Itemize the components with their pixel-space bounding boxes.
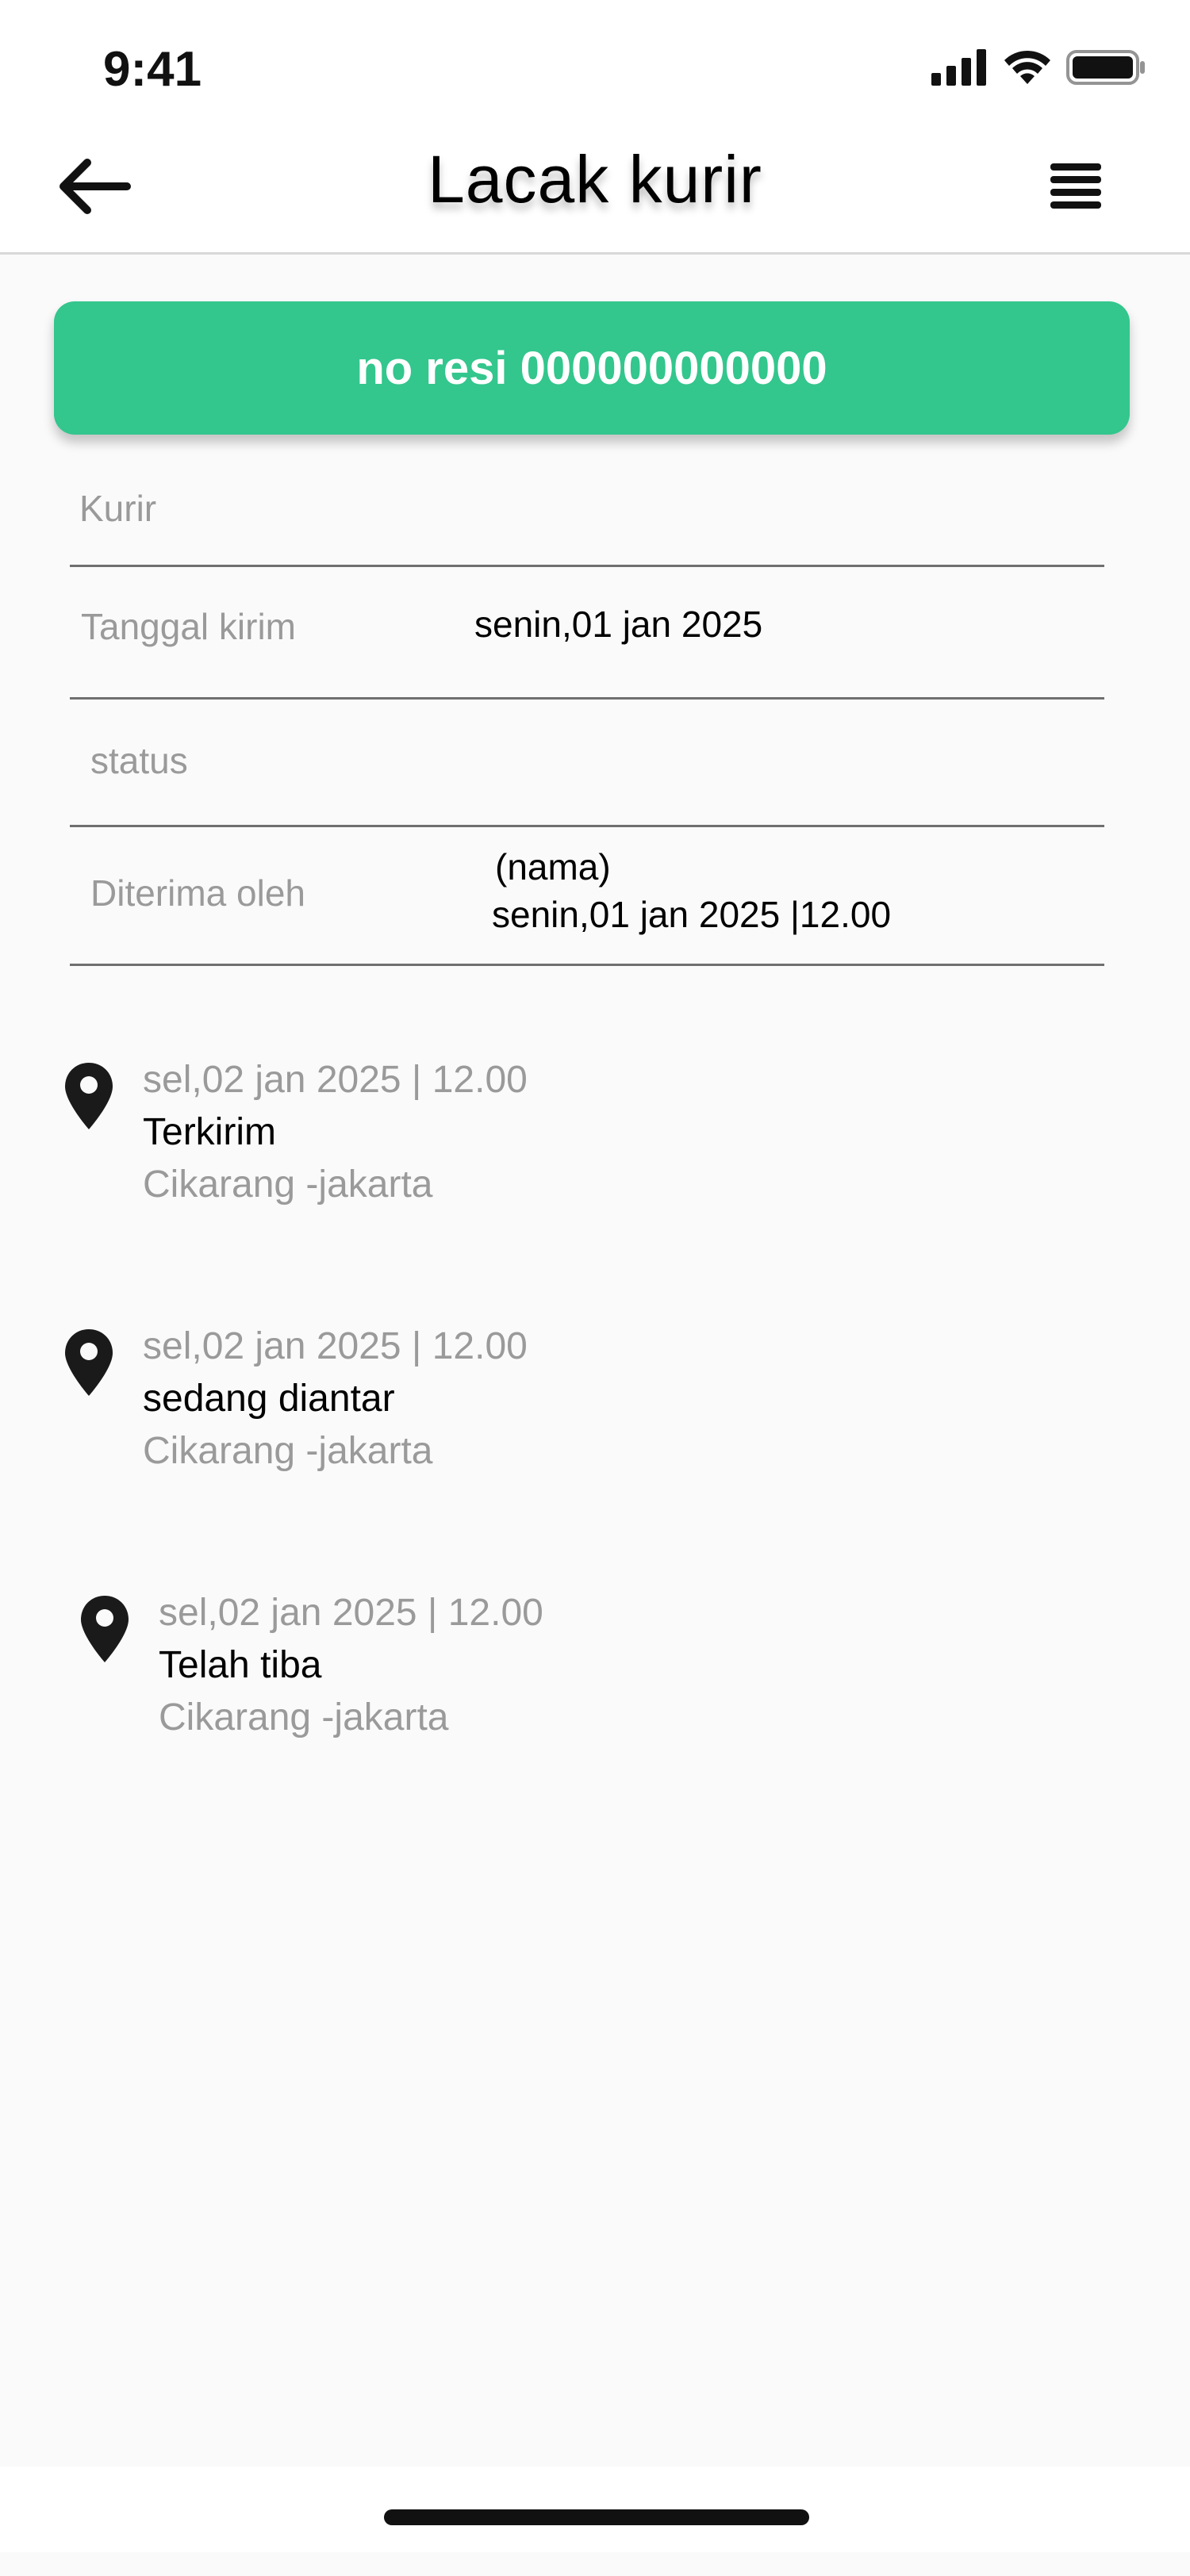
timeline-location: Cikarang -jakarta — [143, 1163, 433, 1206]
timeline-location: Cikarang -jakarta — [159, 1696, 449, 1738]
tanggal-kirim-value: senin,01 jan 2025 — [474, 604, 763, 645]
status-label: status — [90, 740, 188, 781]
timeline-date: sel,02 jan 2025 | 12.00 — [143, 1059, 528, 1101]
timeline-date: sel,02 jan 2025 | 12.00 — [159, 1592, 543, 1634]
info-row-status: status — [70, 700, 1104, 827]
diterima-nama: (nama) — [495, 846, 611, 887]
header: Lacak kurir — [0, 127, 1190, 255]
home-bar-area — [0, 2467, 1190, 2552]
info-row-tanggal: Tanggal kirim senin,01 jan 2025 — [70, 567, 1104, 700]
menu-button[interactable] — [1047, 148, 1111, 227]
status-bar: 9:41 — [0, 0, 1190, 127]
location-pin-icon — [81, 1596, 129, 1662]
timeline-status: Telah tiba — [159, 1644, 322, 1686]
timeline-status: sedang diantar — [143, 1378, 395, 1420]
timeline-location: Cikarang -jakarta — [143, 1430, 433, 1472]
signal-icon — [931, 49, 986, 86]
home-indicator[interactable] — [384, 2509, 809, 2525]
tanggal-kirim-label: Tanggal kirim — [81, 606, 296, 647]
status-icons — [931, 49, 1146, 86]
timeline-date: sel,02 jan 2025 | 12.00 — [143, 1325, 528, 1367]
location-pin-icon — [65, 1063, 113, 1129]
status-time: 9:41 — [103, 42, 202, 97]
diterima-oleh-label: Diterima oleh — [90, 872, 305, 914]
info-row-kurir: Kurir — [70, 435, 1104, 567]
page-title: Lacak kurir — [428, 142, 762, 217]
timeline-status: Terkirim — [143, 1111, 276, 1153]
wifi-icon — [1004, 50, 1050, 84]
location-pin-icon — [65, 1329, 113, 1396]
menu-lines-icon — [1050, 163, 1101, 209]
info-row-diterima: Diterima oleh (nama) senin,01 jan 2025 |… — [70, 827, 1104, 966]
resi-number-banner: no resi 000000000000 — [54, 301, 1130, 435]
kurir-label: Kurir — [79, 488, 157, 529]
battery-icon — [1066, 50, 1145, 85]
diterima-datetime: senin,01 jan 2025 |12.00 — [492, 894, 892, 935]
shipment-info: Kurir Tanggal kirim senin,01 jan 2025 st… — [70, 435, 1104, 966]
